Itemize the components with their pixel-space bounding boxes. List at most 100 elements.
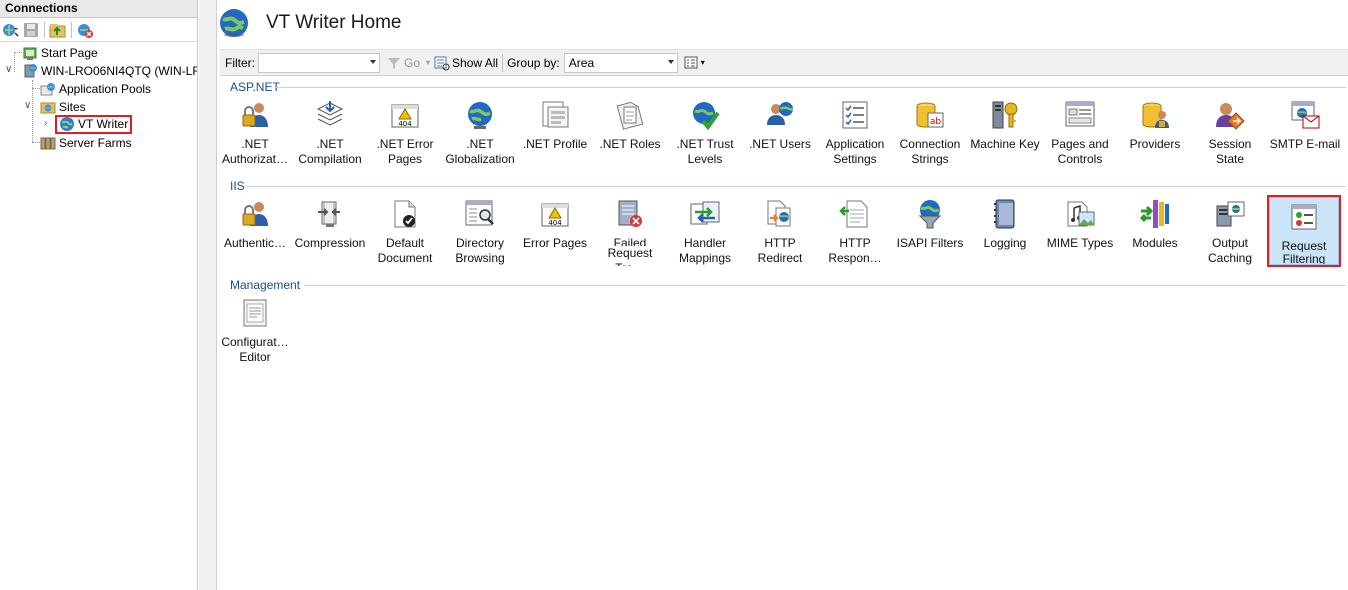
feature-handler-mappings[interactable]: Handler Mappings (668, 194, 742, 266)
start-page-icon (22, 45, 38, 61)
feature-label-line1: .NET Profile (522, 137, 588, 151)
features-view: VT Writer Home Filter: Go ▾ Show All Gro… (218, 0, 1348, 590)
feature-connection-strings[interactable]: ab Connection Strings (893, 95, 967, 167)
feature-logging[interactable]: Logging (968, 194, 1042, 266)
feature-label-line1: ISAPI Filters (896, 236, 964, 250)
feature-modules[interactable]: Modules (1118, 194, 1192, 266)
feature-smtp-e-mail[interactable]: SMTP E-mail (1268, 95, 1342, 167)
feature-machine-key[interactable]: Machine Key (968, 95, 1042, 167)
feature-failed-request-tra[interactable]: FailedRequest Tra… (593, 194, 667, 266)
folder-up-icon[interactable] (49, 21, 67, 39)
sites-folder-icon (40, 99, 56, 115)
tree-item-server[interactable]: WIN-LRO06NI4QTQ (WIN-LRO (22, 62, 197, 80)
output-caching-icon (1214, 198, 1246, 230)
feature-net-globalization[interactable]: .NET Globalization (443, 95, 517, 167)
feature-label-line1: Output (1211, 236, 1249, 250)
feature-label-line1: MIME Types (1046, 236, 1114, 250)
feature-label-line1: Application (825, 137, 885, 151)
feature-compression[interactable]: Compression (293, 194, 367, 266)
feature-net-authorizat[interactable]: .NET Authorizat… (218, 95, 292, 167)
feature-authentic[interactable]: Authentic… (218, 194, 292, 266)
chevron-down-icon[interactable]: ∨ (5, 64, 12, 75)
modules-icon (1139, 198, 1171, 230)
application-pools-icon (40, 81, 56, 97)
feature-net-trust-levels[interactable]: .NET Trust Levels (668, 95, 742, 167)
layers-icon (314, 99, 346, 131)
svg-text:404: 404 (398, 120, 412, 128)
feature-isapi-filters[interactable]: ISAPI Filters (893, 194, 967, 266)
feature-default-document[interactable]: Default Document (368, 194, 442, 266)
connect-icon[interactable] (2, 21, 20, 39)
feature-label-line1: .NET Trust (676, 137, 734, 151)
feature-label-line1: Failed (613, 236, 647, 246)
feature-error-pages[interactable]: 404 Error Pages (518, 194, 592, 266)
feature-http-respon[interactable]: HTTP Respon… (818, 194, 892, 266)
iis-manager-window: Connections Start Page ∨ WIN-LRO06NI4QTQ… (0, 0, 1348, 590)
feature-output-caching[interactable]: Output Caching (1193, 194, 1267, 266)
tree-item-label: Application Pools (59, 82, 152, 96)
save-icon[interactable] (22, 21, 40, 39)
tree-item-sites[interactable]: Sites (40, 98, 86, 116)
feature-label-line2: Mappings (678, 251, 732, 265)
page-title-row: VT Writer Home (218, 5, 402, 41)
session-state-icon (1214, 99, 1246, 131)
feature-http-redirect[interactable]: HTTP Redirect (743, 194, 817, 266)
globe-icon (218, 7, 250, 39)
feature-label-line2: Settings (833, 152, 877, 166)
feature-mime-types[interactable]: MIME Types (1043, 194, 1117, 266)
globe-icon (59, 116, 75, 132)
toolbar-separator (44, 21, 45, 38)
group-header-management: Management (230, 278, 301, 292)
feature-label-line2: Compilation (298, 152, 362, 166)
lock-user-icon (239, 99, 271, 131)
feature-label-line2: Request Tra… (607, 246, 653, 266)
roles-icon (614, 99, 646, 131)
tree-item-start-page[interactable]: Start Page (22, 44, 98, 62)
feature-label-line1: Default (385, 236, 425, 250)
feature-configurat-editor[interactable]: Configurat… Editor (218, 293, 292, 365)
feature-net-profile[interactable]: .NET Profile (518, 95, 592, 167)
feature-label-line1: Authentic… (223, 236, 287, 250)
feature-net-compilation[interactable]: .NET Compilation (293, 95, 367, 167)
pane-splitter[interactable] (199, 0, 217, 590)
tree-item-label: VT Writer (78, 117, 129, 131)
directory-browsing-icon (464, 198, 496, 230)
settings-list-icon (839, 99, 871, 131)
filter-label: Filter: (225, 55, 255, 70)
feature-application-settings[interactable]: Application Settings (818, 95, 892, 167)
group-header-iis: IIS (230, 179, 245, 193)
feature-providers[interactable]: Providers (1118, 95, 1192, 167)
feature-net-roles[interactable]: .NET Roles (593, 95, 667, 167)
feature-session-state[interactable]: Session State (1193, 95, 1267, 167)
group-by-select[interactable]: Area (563, 52, 678, 73)
feature-net-error-pages[interactable]: 404 .NET Error Pages (368, 95, 442, 167)
connections-toolbar (0, 18, 197, 42)
feature-label-line1: Configurat… (221, 335, 289, 349)
feature-label-line1: Handler (683, 236, 727, 250)
feature-request-filtering[interactable]: Request Filtering (1267, 195, 1341, 267)
go-button[interactable]: Go ▾ (386, 56, 430, 70)
tree-item-server-farms[interactable]: Server Farms (40, 134, 132, 152)
feature-net-users[interactable]: .NET Users (743, 95, 817, 167)
chevron-right-icon[interactable]: › (44, 118, 47, 129)
view-mode-button[interactable]: ▾ (684, 56, 705, 70)
feature-directory-browsing[interactable]: Directory Browsing (443, 194, 517, 266)
feature-label-line2: Document (377, 251, 433, 265)
feature-label-line2: Pages (387, 152, 423, 166)
group-divider (246, 186, 1346, 187)
tree-item-application-pools[interactable]: Application Pools (40, 80, 151, 98)
show-all-button[interactable]: Show All (434, 55, 498, 71)
warning-404-icon: 404 (389, 99, 421, 131)
disconnect-icon[interactable] (76, 21, 94, 39)
chevron-down-icon[interactable]: ∨ (24, 100, 31, 111)
server-icon (22, 63, 38, 79)
feature-label-line2: Filtering (1282, 252, 1326, 265)
filter-input[interactable] (258, 52, 380, 73)
feature-label-line1: Logging (983, 236, 1027, 250)
tree-item-site-vt-writer[interactable]: VT Writer (55, 114, 133, 134)
feature-label-line1: HTTP (764, 236, 796, 250)
feature-label-line1: HTTP (839, 236, 871, 250)
feature-label-line1: Pages and (1051, 137, 1109, 151)
feature-pages-and-controls[interactable]: Pages and Controls (1043, 95, 1117, 167)
feature-label-line2: Caching (1207, 251, 1253, 265)
